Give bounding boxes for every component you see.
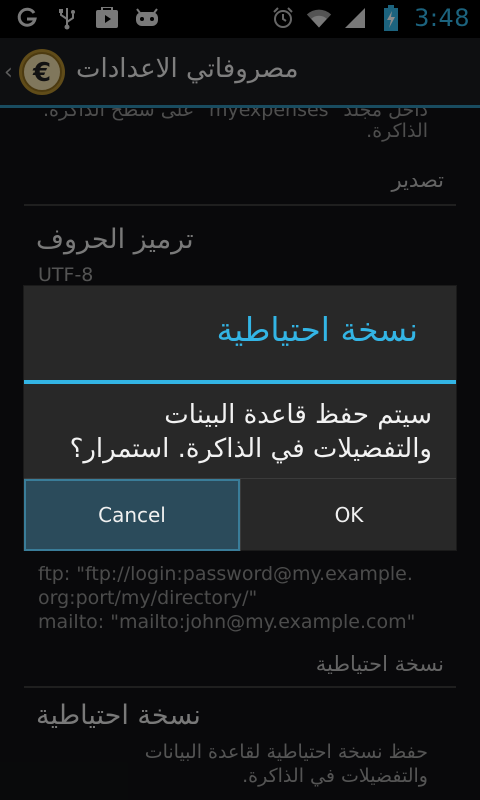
ok-button[interactable]: OK	[240, 479, 457, 551]
dialog-message: سيتم حفظ قاعدة البينات والتفضيلات في الذ…	[32, 398, 432, 466]
dialog-title-text: نسخة احتياطية	[216, 310, 418, 349]
screen: 3:48 ‹ € مصروفاتي الاعدادات داخل مجلد "m…	[0, 0, 480, 800]
cancel-button[interactable]: Cancel	[24, 479, 240, 551]
dialog-button-bar: Cancel OK	[24, 478, 456, 551]
dialog-title-divider	[24, 380, 456, 384]
dialog-message-line2: والتفضيلات في الذاكرة. استمرار؟	[69, 434, 432, 464]
dialog-message-line1: سيتم حفظ قاعدة البينات	[164, 400, 432, 430]
dialog-title: نسخة احتياطية	[24, 286, 456, 380]
backup-confirm-dialog: نسخة احتياطية سيتم حفظ قاعدة البينات وال…	[24, 286, 456, 551]
